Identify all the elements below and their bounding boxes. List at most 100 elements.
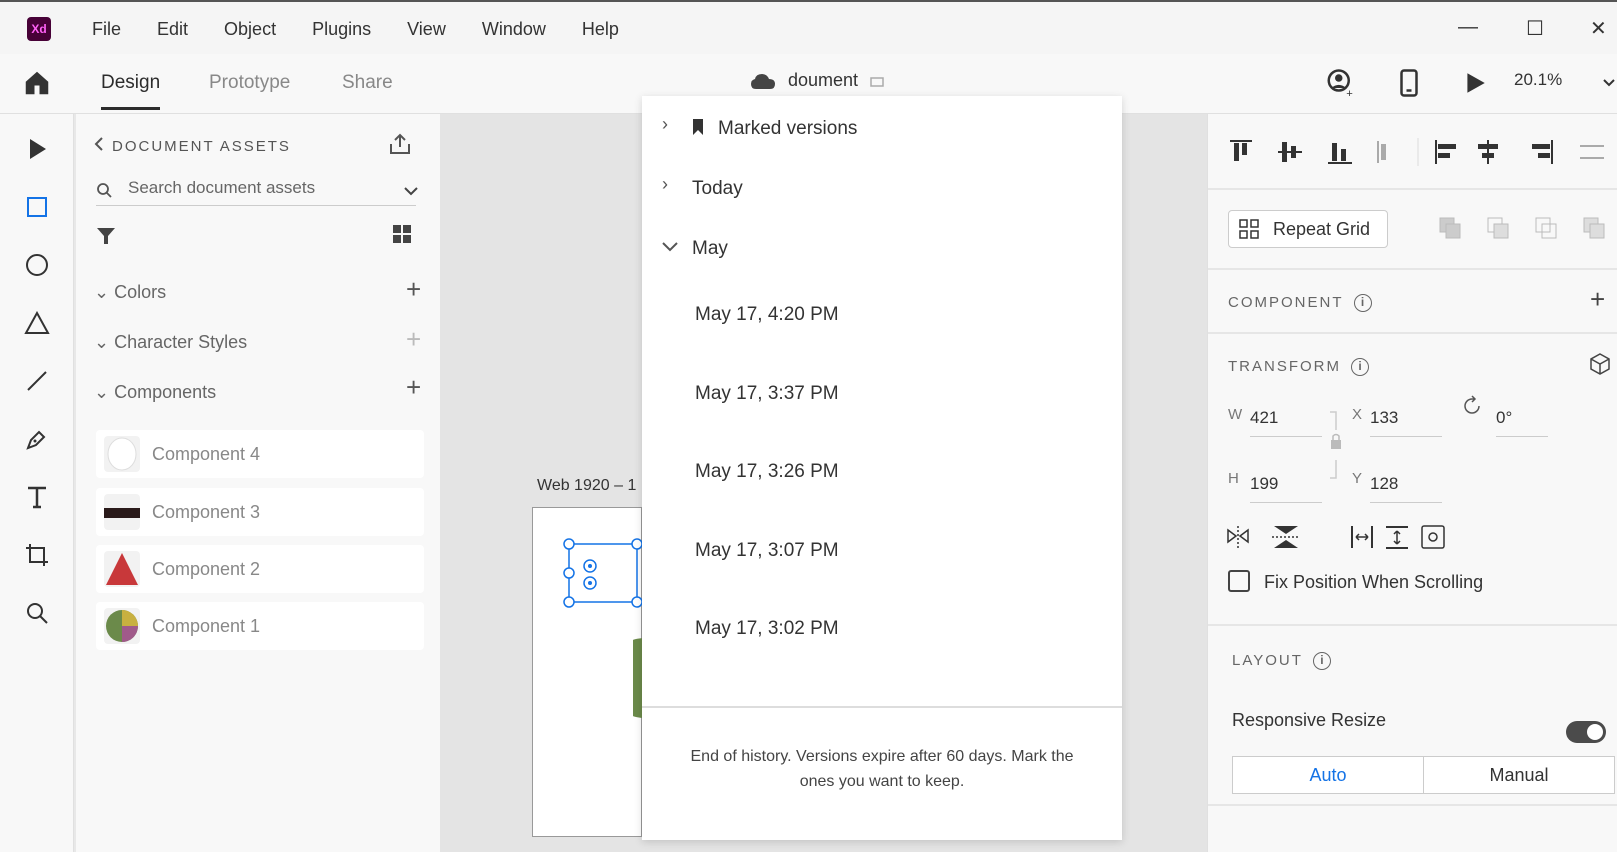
add-component-button[interactable]: + [406, 372, 421, 403]
info-icon[interactable]: i [1353, 294, 1372, 313]
responsive-resize-toggle[interactable] [1566, 721, 1606, 743]
info-icon[interactable]: i [1351, 358, 1369, 377]
3d-transform-icon[interactable] [1588, 352, 1612, 376]
document-title[interactable]: doument [750, 70, 884, 91]
x-input[interactable]: 133 [1370, 408, 1442, 437]
menu-help[interactable]: Help [582, 19, 619, 40]
today-group[interactable]: Today [692, 178, 743, 200]
character-styles-section[interactable]: ⌄ Character Styles [94, 332, 247, 353]
chevron-right-icon[interactable]: › [662, 114, 668, 135]
component-item[interactable]: Component 1 [96, 602, 424, 650]
home-icon[interactable] [22, 68, 52, 98]
svg-text:+: + [1346, 88, 1353, 98]
responsive-resize-label: Responsive Resize [1232, 710, 1387, 730]
resize-auto-button[interactable]: Auto [1232, 756, 1424, 794]
boolean-ops[interactable] [1438, 216, 1617, 242]
search-assets-input[interactable]: Search document assets [96, 172, 416, 206]
component-item[interactable]: Component 4 [96, 430, 424, 478]
rectangle-tool[interactable] [22, 192, 52, 222]
menu-window[interactable]: Window [482, 19, 546, 40]
chevron-down-icon[interactable] [404, 186, 418, 196]
pen-icon [26, 430, 46, 450]
tab-share[interactable]: Share [342, 72, 393, 94]
fix-position-checkbox[interactable] [1228, 570, 1250, 592]
selected-component[interactable] [563, 538, 643, 608]
menu-file[interactable]: File [92, 19, 121, 40]
version-item[interactable]: May 17, 3:37 PM [695, 383, 839, 405]
create-component-button[interactable]: + [1590, 284, 1605, 315]
boolean-add-icon [1439, 217, 1461, 239]
artboard[interactable] [532, 507, 645, 837]
ellipse-tool[interactable] [22, 250, 52, 280]
components-section[interactable]: ⌄ Components [94, 382, 216, 403]
may-group[interactable]: May [692, 238, 728, 260]
chevron-down-icon[interactable] [1603, 78, 1615, 88]
menu-edit[interactable]: Edit [157, 19, 188, 40]
colors-label: Colors [114, 282, 167, 302]
chevron-right-icon[interactable]: › [662, 174, 668, 195]
layout-section: LAYOUT i Responsive Resize Auto Manual [1208, 626, 1617, 806]
info-icon[interactable]: i [1312, 652, 1331, 671]
maximize-button[interactable]: ☐ [1526, 16, 1544, 41]
height-input[interactable]: 199 [1250, 474, 1322, 503]
component-label: COMPONENT i [1228, 294, 1372, 313]
version-item[interactable]: May 17, 3:02 PM [695, 618, 839, 640]
version-item[interactable]: May 17, 3:26 PM [695, 461, 839, 483]
add-color-button[interactable]: + [406, 274, 421, 305]
select-tool[interactable] [22, 134, 52, 164]
document-name: doument [788, 70, 859, 90]
pen-tool[interactable] [22, 424, 52, 454]
close-button[interactable]: ✕ [1590, 16, 1607, 41]
invite-user-icon[interactable]: + [1325, 68, 1355, 98]
tab-design[interactable]: Design [101, 72, 161, 110]
rectangle-icon [27, 197, 47, 217]
chevron-down-icon: ⌄ [94, 332, 110, 352]
y-input[interactable]: 128 [1370, 474, 1442, 503]
flip-distribute-tools[interactable] [1226, 524, 1466, 552]
colors-section[interactable]: ⌄ Colors [94, 282, 166, 303]
component-name: Component 3 [152, 501, 261, 522]
zoom-level[interactable]: 20.1% [1514, 70, 1562, 90]
text-tool[interactable] [22, 482, 52, 512]
width-input[interactable]: 421 [1250, 408, 1322, 437]
component-section: COMPONENT i + [1208, 270, 1617, 334]
distribute-horizontal-icon [1580, 145, 1604, 159]
tab-prototype[interactable]: Prototype [209, 72, 290, 94]
menu-object[interactable]: Object [224, 19, 276, 40]
menu-view[interactable]: View [407, 19, 446, 40]
resize-manual-button[interactable]: Manual [1423, 756, 1615, 794]
marked-versions[interactable]: Marked versions [718, 118, 857, 140]
resize-mode-toggle: Auto Manual [1232, 756, 1617, 794]
device-preview-icon[interactable] [1396, 68, 1422, 98]
export-icon[interactable] [388, 132, 412, 156]
menu-plugins[interactable]: Plugins [312, 19, 371, 40]
history-footer-note: End of history. Versions expire after 60… [690, 748, 1074, 790]
line-tool[interactable] [22, 366, 52, 396]
align-bottom-icon [1328, 143, 1352, 164]
align-tools[interactable] [1228, 138, 1608, 166]
search-icon [27, 603, 48, 624]
ellipse-icon [26, 254, 48, 276]
chevron-left-icon[interactable] [94, 136, 104, 152]
component-name: Component 1 [152, 615, 261, 636]
version-item[interactable]: May 17, 4:20 PM [695, 304, 839, 326]
chevron-down-icon[interactable] [662, 242, 678, 252]
transform-section: TRANSFORM i W 421 X 133 0° H 199 Y 128 Fi… [1208, 334, 1617, 626]
lock-aspect-icon[interactable] [1328, 410, 1344, 480]
add-character-style-button[interactable]: + [406, 324, 421, 355]
artboard-tool[interactable] [22, 540, 52, 570]
component-item[interactable]: Component 3 [96, 488, 424, 536]
artboard-label[interactable]: Web 1920 – 1 [537, 477, 636, 495]
repeat-grid-button[interactable]: Repeat Grid [1228, 210, 1388, 248]
play-icon[interactable] [1462, 70, 1488, 96]
component-thumbnail [104, 494, 140, 530]
minimize-button[interactable]: — [1458, 16, 1478, 39]
polygon-tool[interactable] [22, 308, 52, 338]
rotation-input[interactable]: 0° [1496, 408, 1548, 437]
pointer-icon [30, 139, 46, 159]
grid-view-icon[interactable] [392, 224, 412, 244]
zoom-tool[interactable] [22, 598, 52, 628]
component-item[interactable]: Component 2 [96, 545, 424, 593]
filter-icon[interactable] [96, 226, 116, 246]
version-item[interactable]: May 17, 3:07 PM [695, 540, 839, 562]
